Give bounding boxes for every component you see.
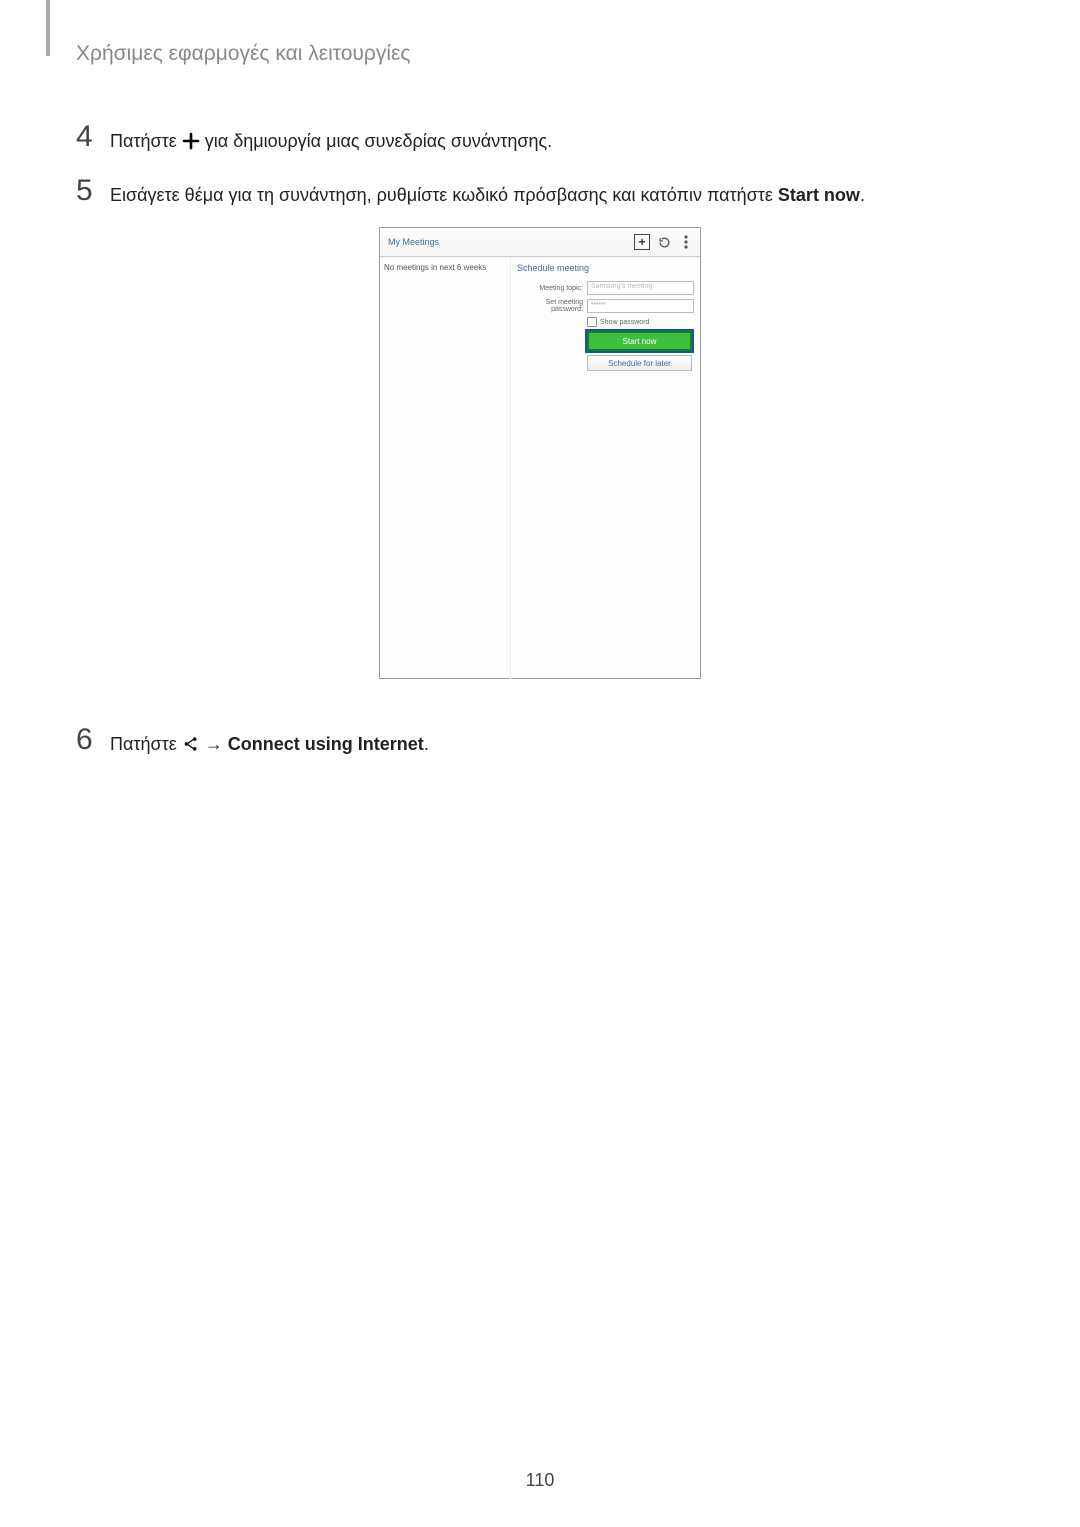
step6-arrow: → <box>200 734 228 754</box>
panel-title: Schedule meeting <box>517 263 694 273</box>
step-number: 5 <box>76 176 110 206</box>
page-number: 110 <box>0 1470 1080 1491</box>
section-title: Χρήσιμες εφαρμογές και λειτουργίες <box>76 42 1004 66</box>
step5-pre: Εισάγετε θέμα για τη συνάντηση, ρυθμίστε… <box>110 185 778 205</box>
step4-pre: Πατήστε <box>110 131 182 151</box>
show-password-checkbox[interactable] <box>587 317 597 327</box>
step-6: 6 Πατήστε → Connect using Internet. <box>76 725 1004 761</box>
schedule-for-later-button[interactable]: Schedule for later <box>587 355 692 371</box>
add-meeting-button[interactable]: + <box>634 234 650 250</box>
step-text: Πατήστε για δημιουργία μιας συνεδρίας συ… <box>110 122 552 158</box>
step-number: 6 <box>76 725 110 755</box>
more-icon[interactable] <box>678 234 694 250</box>
topbar-actions: + <box>634 234 694 250</box>
step-text: Εισάγετε θέμα για τη συνάντηση, ρυθμίστε… <box>110 176 865 209</box>
meeting-topic-label: Meeting topic: <box>517 285 583 292</box>
plus-icon <box>182 131 200 158</box>
empty-meetings-text: No meetings in next 6 weeks <box>384 263 486 272</box>
step-text: Πατήστε → Connect using Internet. <box>110 725 429 761</box>
step-number: 4 <box>76 122 110 152</box>
device-screen: My Meetings + No meetings in next 6 week… <box>379 227 701 679</box>
embedded-screenshot: My Meetings + No meetings in next 6 week… <box>76 227 1004 679</box>
meeting-topic-input[interactable]: Samsung's meeting <box>587 281 694 295</box>
meetings-list-panel: No meetings in next 6 weeks <box>380 257 510 679</box>
meeting-password-input[interactable]: •••••• <box>587 299 694 313</box>
share-icon <box>182 734 200 761</box>
app-title: My Meetings <box>388 237 439 247</box>
step5-post: . <box>860 185 865 205</box>
step6-bold: Connect using Internet <box>228 734 424 754</box>
step4-post: για δημιουργία μιας συνεδρίας συνάντησης… <box>200 131 552 151</box>
step-5: 5 Εισάγετε θέμα για τη συνάντηση, ρυθμίσ… <box>76 176 1004 209</box>
app-topbar: My Meetings + <box>380 228 700 257</box>
show-password-label: Show password <box>600 319 649 326</box>
start-now-button[interactable]: Start now <box>587 331 692 351</box>
header-corner-mark <box>46 0 50 56</box>
step6-post: . <box>424 734 429 754</box>
step6-pre: Πατήστε <box>110 734 182 754</box>
schedule-meeting-panel: Schedule meeting Meeting topic: Samsung'… <box>510 257 700 679</box>
step5-bold: Start now <box>778 185 860 205</box>
refresh-icon[interactable] <box>656 234 672 250</box>
step-4: 4 Πατήστε για δημιουργία μιας συνεδρίας … <box>76 122 1004 158</box>
meeting-password-label: Set meeting password: <box>517 299 583 313</box>
